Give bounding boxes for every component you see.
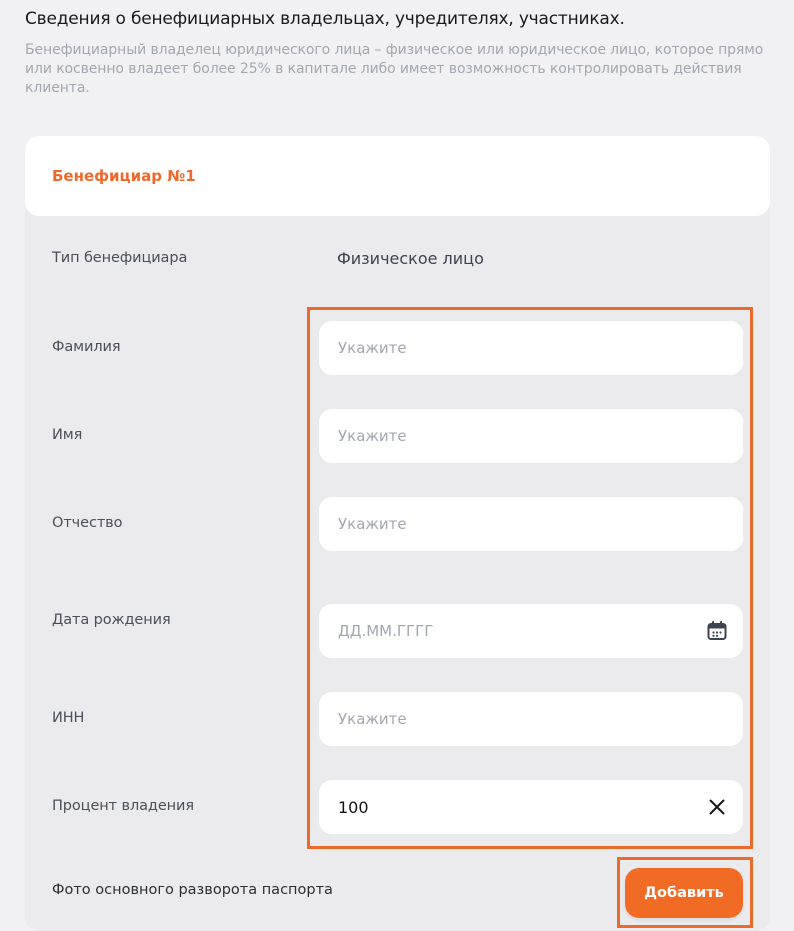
beneficiary-card-header: Бенефициар №1 bbox=[25, 136, 770, 216]
middle-name-placeholder: Укажите bbox=[338, 515, 407, 533]
beneficiary-card: Бенефициар №1 Тип бенефициара Физическое… bbox=[25, 136, 770, 931]
inn-label: ИНН bbox=[52, 710, 85, 726]
beneficiary-heading: Бенефициар №1 bbox=[52, 167, 196, 185]
ownership-percent-label: Процент владения bbox=[52, 798, 194, 814]
first-name-field[interactable]: Укажите bbox=[319, 409, 743, 463]
beneficiary-type-label: Тип бенефициара bbox=[52, 250, 188, 266]
calendar-icon[interactable] bbox=[705, 619, 729, 643]
birth-date-label: Дата рождения bbox=[52, 612, 171, 628]
last-name-label: Фамилия bbox=[52, 339, 121, 355]
ownership-percent-value[interactable]: 100 bbox=[338, 798, 705, 817]
birth-date-field[interactable]: ДД.ММ.ГГГГ bbox=[319, 604, 743, 658]
section-description: Бенефициарный владелец юридического лица… bbox=[25, 42, 764, 96]
passport-photo-label: Фото основного разворота паспорта bbox=[52, 882, 333, 898]
clear-icon[interactable] bbox=[705, 795, 729, 819]
beneficiary-type-value: Физическое лицо bbox=[337, 249, 484, 268]
add-passport-photo-button[interactable]: Добавить bbox=[625, 868, 743, 918]
last-name-placeholder: Укажите bbox=[338, 339, 407, 357]
first-name-label: Имя bbox=[52, 427, 83, 443]
first-name-placeholder: Укажите bbox=[338, 427, 407, 445]
inn-placeholder: Укажите bbox=[338, 710, 407, 728]
middle-name-label: Отчество bbox=[52, 515, 123, 531]
middle-name-field[interactable]: Укажите bbox=[319, 497, 743, 551]
last-name-field[interactable]: Укажите bbox=[319, 321, 743, 375]
section-title: Сведения о бенефициарных владельцах, учр… bbox=[25, 9, 625, 29]
inn-field[interactable]: Укажите bbox=[319, 692, 743, 746]
birth-date-placeholder: ДД.ММ.ГГГГ bbox=[338, 622, 434, 640]
ownership-percent-field[interactable]: 100 bbox=[319, 780, 743, 834]
